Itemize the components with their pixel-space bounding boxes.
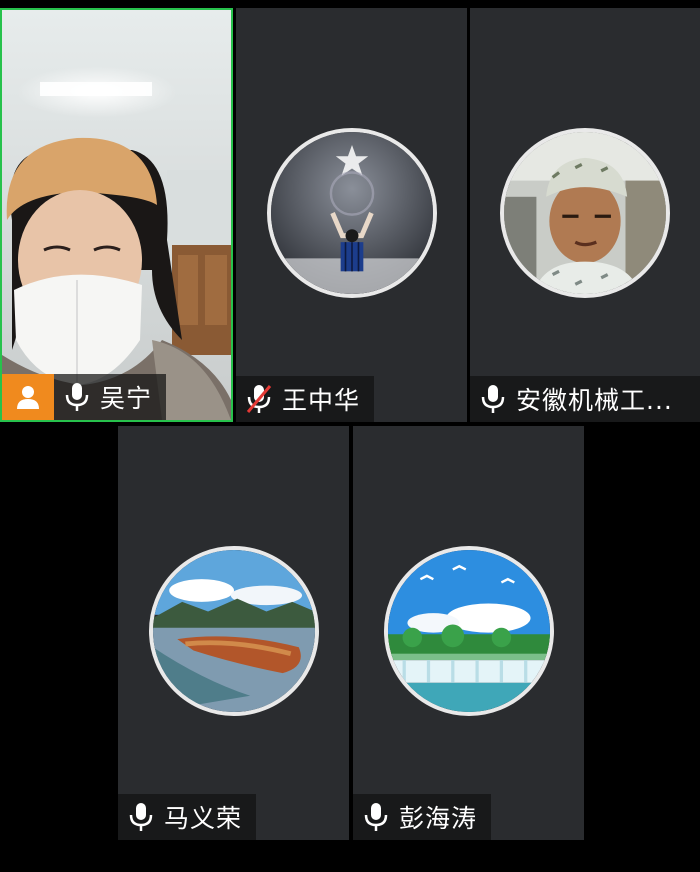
participant-name: 彭海涛	[399, 804, 478, 833]
microphone-icon	[118, 794, 164, 840]
participant-tile-wang-zhonghua[interactable]: 王中华	[236, 8, 467, 422]
participant-name: 王中华	[282, 386, 361, 415]
microphone-muted-icon	[236, 376, 282, 422]
participant-tile-peng-haitao[interactable]: 彭海涛	[353, 426, 584, 840]
microphone-icon	[353, 794, 399, 840]
man-in-car-avatar	[500, 128, 670, 298]
participant-name: 吴宁	[100, 384, 153, 413]
participant-name-bar: 马义荣	[118, 794, 257, 840]
participant-name-bar: 彭海涛	[353, 794, 492, 840]
lake-landscape-avatar	[148, 546, 319, 716]
microphone-icon	[54, 374, 100, 420]
waterfall-landscape-avatar	[383, 546, 554, 716]
host-badge	[2, 374, 54, 420]
participant-video	[2, 10, 231, 420]
participant-tile-ma-yirong[interactable]: 马义荣	[118, 426, 349, 840]
participant-name-bar: 安徽机械工...	[470, 376, 700, 422]
participant-tile-wu-ning[interactable]: 吴宁	[0, 8, 233, 422]
participant-name: 安徽机械工...	[516, 386, 673, 415]
participant-name-bar: 王中华	[236, 376, 375, 422]
microphone-icon	[470, 376, 516, 422]
soccer-player-avatar	[266, 128, 437, 298]
participant-name: 马义荣	[164, 804, 243, 833]
user-icon	[17, 386, 39, 409]
participant-name-bar: 吴宁	[2, 374, 167, 420]
participant-tile-anhui[interactable]: 安徽机械工...	[470, 8, 700, 422]
